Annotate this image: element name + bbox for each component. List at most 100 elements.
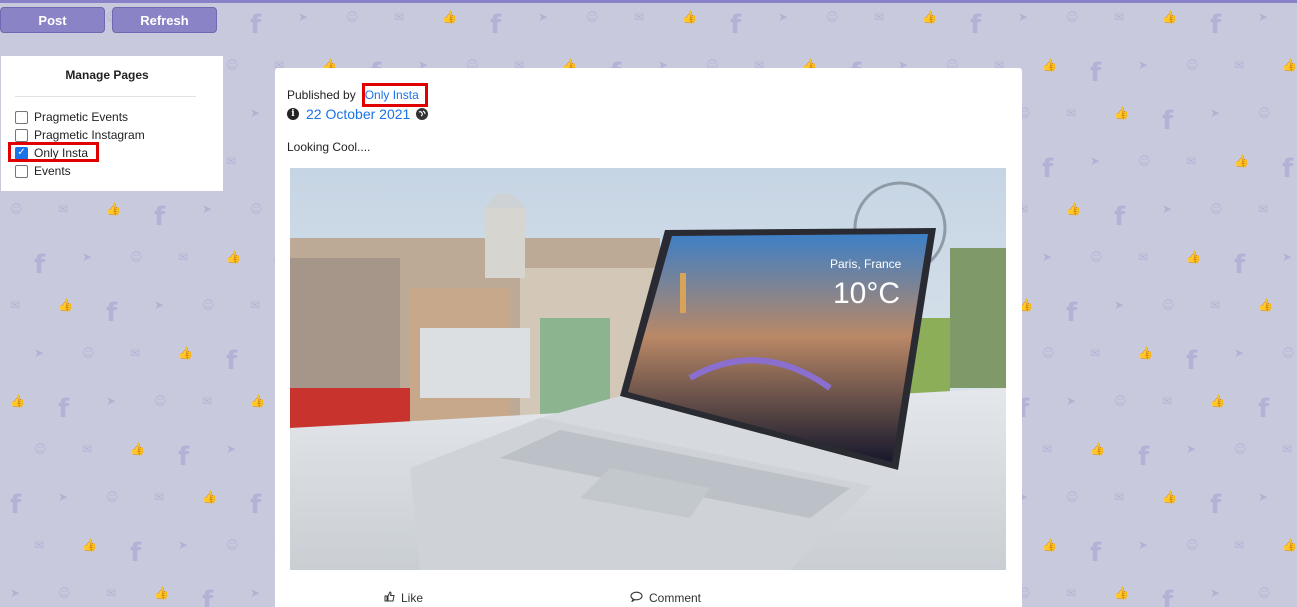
like-button[interactable]: Like xyxy=(384,591,423,605)
background-glyph: ☺ xyxy=(106,490,119,504)
refresh-button[interactable]: Refresh xyxy=(112,7,217,33)
divider xyxy=(15,96,196,97)
background-glyph: ✉ xyxy=(34,538,45,552)
background-glyph: ✉ xyxy=(1162,394,1173,408)
background-glyph: f xyxy=(34,250,46,280)
background-glyph: ➤ xyxy=(154,298,165,312)
background-glyph: ➤ xyxy=(226,442,237,456)
background-glyph: ✉ xyxy=(1066,586,1077,600)
background-glyph: 👍 xyxy=(1258,298,1273,312)
background-glyph: ➤ xyxy=(1066,394,1077,408)
background-glyph: 👍 xyxy=(10,394,25,408)
background-glyph: ➤ xyxy=(1282,250,1293,264)
published-by-label: Published by xyxy=(287,88,356,102)
background-glyph: 👍 xyxy=(1234,154,1249,168)
background-glyph: 👍 xyxy=(250,394,265,408)
background-glyph: f xyxy=(202,586,214,607)
post-button[interactable]: Post xyxy=(0,7,105,33)
background-glyph: ☺ xyxy=(1186,538,1199,552)
comment-button[interactable]: Comment xyxy=(630,591,701,605)
background-glyph: ➤ xyxy=(1258,10,1269,24)
background-glyph: ✉ xyxy=(1066,106,1077,120)
background-glyph: ☺ xyxy=(1234,442,1247,456)
background-glyph: 👍 xyxy=(1282,538,1297,552)
background-glyph: ✉ xyxy=(106,586,117,600)
page-item-events[interactable]: Events xyxy=(15,162,71,180)
post-caption: Looking Cool.... xyxy=(287,140,371,154)
background-glyph: f xyxy=(1186,346,1198,376)
background-glyph: ☺ xyxy=(154,394,167,408)
background-glyph: ✉ xyxy=(1138,250,1149,264)
post-date-link[interactable]: 22 October 2021 xyxy=(306,106,410,122)
like-label: Like xyxy=(401,591,424,605)
background-glyph: ✉ xyxy=(10,298,21,312)
background-glyph: f xyxy=(178,442,190,472)
background-glyph: ➤ xyxy=(106,394,117,408)
background-glyph: 👍 xyxy=(1114,106,1129,120)
background-glyph: ➤ xyxy=(298,10,309,24)
background-glyph: ➤ xyxy=(250,586,261,600)
background-glyph: f xyxy=(730,10,742,40)
background-glyph: f xyxy=(1138,442,1150,472)
background-glyph: ✉ xyxy=(1234,58,1245,72)
manage-pages-title: Manage Pages xyxy=(65,68,149,82)
background-glyph: ➤ xyxy=(1042,250,1053,264)
background-glyph: ➤ xyxy=(1258,490,1269,504)
background-glyph: f xyxy=(1210,490,1222,520)
background-glyph: f xyxy=(1090,58,1102,88)
checkbox[interactable] xyxy=(15,110,28,124)
background-glyph: 👍 xyxy=(106,202,121,216)
background-glyph: f xyxy=(1042,154,1054,184)
background-glyph: ☺ xyxy=(586,10,599,24)
background-glyph: f xyxy=(250,10,262,40)
background-glyph: ➤ xyxy=(10,586,21,600)
background-glyph: ☺ xyxy=(82,346,95,360)
post-meta-row: i 22 October 2021 xyxy=(287,106,429,122)
page-item-pragmetic-events[interactable]: Pragmetic Events xyxy=(15,108,128,126)
background-glyph: ☺ xyxy=(1114,394,1127,408)
background-glyph: 👍 xyxy=(1114,586,1129,600)
page-label: Pragmetic Instagram xyxy=(34,128,145,142)
background-glyph: 👍 xyxy=(1042,58,1057,72)
globe-icon xyxy=(416,108,429,120)
background-glyph: 👍 xyxy=(82,538,97,552)
background-glyph: ➤ xyxy=(1090,154,1101,168)
highlight-box xyxy=(8,142,99,162)
background-glyph: ➤ xyxy=(1186,442,1197,456)
background-glyph: ☺ xyxy=(226,538,239,552)
background-glyph: f xyxy=(130,538,142,568)
background-glyph: ☺ xyxy=(1186,58,1199,72)
background-glyph: ✉ xyxy=(1042,442,1053,456)
info-icon: i xyxy=(287,108,299,120)
background-glyph: f xyxy=(490,10,502,40)
background-glyph: f xyxy=(1114,202,1126,232)
background-glyph: ☺ xyxy=(1090,250,1103,264)
background-glyph: f xyxy=(58,394,70,424)
background-glyph: ➤ xyxy=(250,106,261,120)
background-glyph: f xyxy=(1210,10,1222,40)
background-glyph: ➤ xyxy=(34,346,45,360)
background-glyph: f xyxy=(1162,106,1174,136)
background-glyph: 👍 xyxy=(1138,346,1153,360)
checkbox[interactable] xyxy=(15,164,28,178)
background-glyph: ➤ xyxy=(1234,346,1245,360)
background-glyph: ☺ xyxy=(1066,490,1079,504)
background-glyph: f xyxy=(1234,250,1246,280)
background-glyph: f xyxy=(1282,154,1294,184)
background-glyph: ✉ xyxy=(202,394,213,408)
background-glyph: ➤ xyxy=(82,250,93,264)
background-glyph: 👍 xyxy=(1282,58,1297,72)
checkbox[interactable] xyxy=(15,128,28,142)
comment-label: Comment xyxy=(649,591,702,605)
thumbs-up-icon xyxy=(384,591,395,605)
background-glyph: ☺ xyxy=(1282,346,1295,360)
background-glyph: ✉ xyxy=(394,10,405,24)
background-glyph: ☺ xyxy=(10,202,23,216)
weather-city: Paris, France xyxy=(830,257,902,271)
laptop-photo: Paris, France 10°C xyxy=(290,168,1006,570)
background-glyph: 👍 xyxy=(682,10,697,24)
post-image[interactable]: Paris, France 10°C xyxy=(290,168,1006,570)
background-glyph: ☺ xyxy=(1210,202,1223,216)
background-glyph: ✉ xyxy=(1258,202,1269,216)
background-glyph: ☺ xyxy=(130,250,143,264)
